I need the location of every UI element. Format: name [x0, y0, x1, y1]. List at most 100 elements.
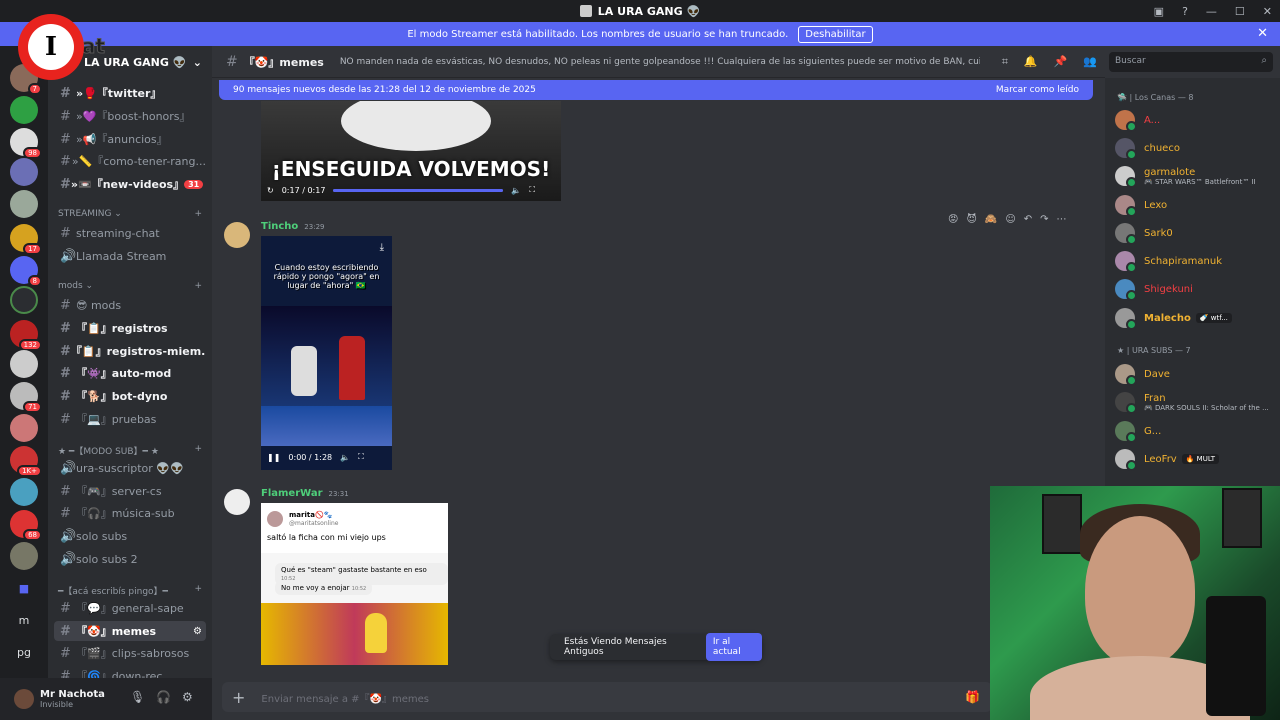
category-aca-escribis-pingo[interactable]: ━【acá escribís pingo】━ + — [58, 584, 202, 597]
server-icon-8[interactable] — [10, 286, 38, 314]
channel-new-videos[interactable]: # »📼『new-videos』 31 — [54, 174, 206, 194]
member-item[interactable]: LeoFrv 🔥 MULT — [1115, 447, 1220, 471]
pin-icon[interactable]: 📌 — [1054, 55, 1068, 69]
add-attachment-icon[interactable]: + — [232, 688, 245, 707]
member-item[interactable]: A... — [1115, 108, 1160, 132]
channel-anuncios[interactable]: # »📢『anuncios』 — [54, 129, 206, 149]
server-icon-12[interactable] — [10, 414, 38, 442]
server-icon-4[interactable] — [10, 158, 38, 186]
bell-icon[interactable]: 🔔 — [1024, 55, 1038, 69]
member-item[interactable]: Dave — [1115, 362, 1170, 386]
channel-down-rec[interactable]: # 『🌀』down-rec — [54, 666, 206, 679]
pause-icon[interactable]: ❚❚ — [267, 453, 280, 462]
channel-registros-miembros[interactable]: # 『📋』registros-miem... — [54, 341, 206, 361]
server-icon-2[interactable] — [10, 96, 38, 124]
settings-icon[interactable]: ⚙ — [193, 626, 202, 637]
server-icon-5[interactable] — [10, 190, 38, 218]
more-icon[interactable]: ⋯ — [1057, 214, 1067, 225]
server-icon-14[interactable] — [10, 478, 38, 506]
maximize-icon[interactable]: ☐ — [1235, 5, 1245, 18]
avatar[interactable] — [14, 689, 34, 709]
add-channel-icon[interactable]: + — [194, 281, 202, 291]
server-icon-3[interactable]: 98 — [10, 128, 42, 159]
add-channel-icon[interactable]: + — [194, 584, 202, 597]
channel-twitter[interactable]: # »🥊『twitter』 — [54, 83, 206, 103]
new-messages-bar[interactable]: 90 mensajes nuevos desde las 21:28 del 1… — [219, 80, 1093, 100]
channel-topic[interactable]: NO manden nada de esvásticas, NO desnudo… — [340, 57, 980, 67]
channel-llamada-stream[interactable]: 🔊 Llamada Stream — [54, 246, 206, 266]
headphones-icon[interactable]: 🎧 — [156, 690, 171, 704]
server-icon-11[interactable]: 71 — [10, 382, 42, 413]
add-channel-icon[interactable]: + — [194, 209, 202, 219]
add-reaction-icon[interactable]: ☺ — [1005, 214, 1015, 225]
member-item[interactable]: chueco — [1115, 136, 1180, 160]
download-icon[interactable]: ⤓ — [380, 242, 384, 253]
server-icon-15[interactable]: 68 — [10, 510, 42, 541]
image-embed[interactable]: marita🚫🐾 @maritatsonline saltó la ficha … — [261, 503, 448, 665]
video-embed[interactable]: Cuando estoy escribiendo rápido y pongo … — [261, 236, 392, 470]
user-info[interactable]: Mr Nachota Invisible — [40, 689, 105, 709]
replay-icon[interactable]: ↻ — [267, 186, 274, 195]
gift-icon[interactable]: 🎁 — [965, 690, 980, 704]
mark-as-read-button[interactable]: Marcar como leído — [996, 85, 1079, 95]
server-icon-6[interactable]: 17 — [10, 224, 42, 255]
channel-ura-suscriptor[interactable]: 🔊 ura-suscriptor 👽👽 — [54, 458, 206, 478]
fullscreen-icon[interactable]: ⛶ — [529, 185, 535, 195]
channel-clips-sabrosos[interactable]: # 『🎬』clips-sabrosos — [54, 643, 206, 663]
message-composer[interactable]: + Enviar mensaje a #『🤡』memes 🎁 — [222, 682, 992, 712]
server-icon-10[interactable] — [10, 350, 38, 378]
server-icon-13[interactable]: 1K+ — [10, 446, 42, 477]
channel-streaming-chat[interactable]: # streaming-chat — [54, 223, 206, 243]
close-icon[interactable]: ✕ — [1257, 26, 1268, 41]
member-item[interactable]: Sark0 — [1115, 221, 1173, 245]
channel-pruebas[interactable]: # 『💻』pruebas — [54, 409, 206, 429]
member-item[interactable]: Malecho 🍼 wtf... — [1115, 306, 1232, 330]
message-input[interactable]: Enviar mensaje a #『🤡』memes — [261, 690, 429, 705]
avatar[interactable] — [224, 222, 250, 248]
search-input[interactable]: Buscar ⌕ — [1109, 52, 1273, 72]
category-modo-sub[interactable]: ★ ━【MODO SUB】━ ★ + — [58, 444, 202, 457]
jump-to-present-button[interactable]: Ir al actual — [705, 633, 762, 661]
channel-auto-mod[interactable]: # 『👾』auto-mod — [54, 363, 206, 383]
forward-icon[interactable]: ↷ — [1040, 214, 1048, 225]
volume-icon[interactable]: 🔈 — [511, 186, 521, 195]
video-progress-track[interactable] — [333, 188, 504, 192]
gear-icon[interactable]: ⚙ — [182, 690, 193, 704]
reaction-icon[interactable]: 😈 — [966, 214, 976, 225]
members-icon[interactable]: 👥 — [1083, 55, 1097, 69]
disable-streamer-button[interactable]: Deshabilitar — [798, 25, 873, 43]
channel-como-tener-rango[interactable]: # »📏『como-tener-rang... — [54, 151, 206, 171]
member-item[interactable]: G... — [1115, 419, 1161, 443]
member-item[interactable]: Fran 🎮 DARK SOULS II: Scholar of the ... — [1115, 390, 1269, 414]
inbox-icon[interactable]: ▣ — [1154, 5, 1164, 18]
threads-icon[interactable]: ⌗ — [1002, 55, 1008, 69]
reply-icon[interactable]: ↶ — [1024, 214, 1032, 225]
volume-icon[interactable]: 🔈 — [340, 453, 350, 462]
member-item[interactable]: Shigekuni — [1115, 277, 1193, 301]
minimize-icon[interactable]: — — [1206, 5, 1217, 18]
channel-mods[interactable]: # 😎 mods — [54, 295, 206, 315]
channel-solo-subs-2[interactable]: 🔊 solo subs 2 — [54, 549, 206, 569]
message-author[interactable]: Tincho 23:29 — [261, 221, 324, 232]
reaction-icon[interactable]: 🙈 — [985, 214, 997, 225]
member-item[interactable]: garmalote 🎮 STAR WARS™ Battlefront™ II — [1115, 164, 1256, 188]
server-icon-9[interactable]: 132 — [10, 320, 42, 351]
channel-bot-dyno[interactable]: # 『🐕』bot-dyno — [54, 386, 206, 406]
server-pg[interactable]: pg — [10, 646, 38, 659]
server-m[interactable]: m — [10, 614, 38, 627]
channel-solo-subs[interactable]: 🔊 solo subs — [54, 526, 206, 546]
reaction-icon[interactable]: 😡 — [948, 214, 958, 225]
channel-registros[interactable]: # 『📋』registros — [54, 318, 206, 338]
member-item[interactable]: Lexo — [1115, 193, 1167, 217]
channel-memes[interactable]: # 『🤡』memes ⚙ — [54, 621, 206, 641]
help-icon[interactable]: ? — [1182, 5, 1188, 18]
server-icon-16[interactable] — [10, 542, 38, 570]
microphone-icon[interactable]: 🎙 — [130, 690, 145, 704]
avatar[interactable] — [224, 489, 250, 515]
add-channel-icon[interactable]: + — [194, 444, 202, 457]
video-embed[interactable]: ¡ENSEGUIDA VOLVEMOS! ↻ 0:17 / 0:17 🔈 ⛶ — [261, 101, 561, 201]
folder-icon[interactable]: ■ — [10, 582, 38, 595]
category-streaming[interactable]: STREAMING ⌄ + — [58, 209, 202, 219]
close-window-icon[interactable]: ✕ — [1263, 5, 1272, 18]
channel-server-cs[interactable]: # 『🎮』server-cs — [54, 481, 206, 501]
